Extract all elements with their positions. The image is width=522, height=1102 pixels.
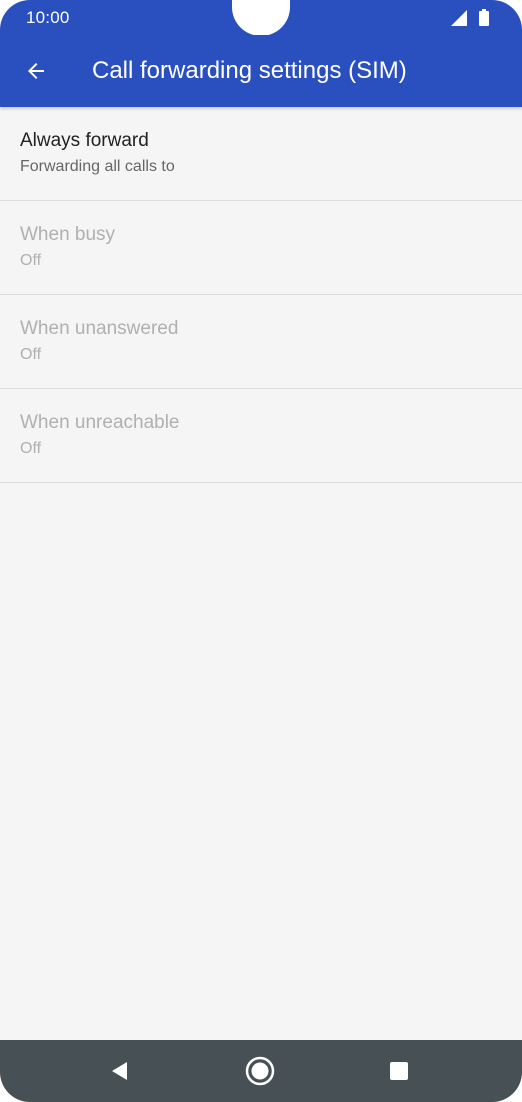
item-title: When busy [20,224,116,245]
nav-back-button[interactable] [104,1055,136,1087]
item-summary: Forwarding all calls to [20,158,175,175]
item-summary: Off [20,440,42,457]
item-summary: Off [20,346,42,363]
status-time: 10:00 [26,8,70,27]
signal-icon [451,10,467,26]
arrow-back-icon [28,63,44,79]
phone-screen: 10:00 Call forwarding settings (SIM) Alw… [0,0,522,1102]
nav-home-button[interactable] [244,1055,276,1087]
nav-home-icon [245,1056,275,1086]
item-title: When unreachable [20,412,180,433]
list-item-when-unanswered[interactable]: When unanswered Off [0,295,522,389]
nav-back-icon [112,1062,127,1080]
nav-recents-button[interactable] [383,1055,415,1087]
page-title: Call forwarding settings (SIM) [92,57,407,84]
battery-icon [479,9,489,26]
back-button[interactable] [18,53,54,89]
item-title: When unanswered [20,318,179,339]
navigation-bar [0,1040,522,1102]
item-summary: Off [20,252,42,269]
nav-recents-icon [390,1062,408,1080]
list-item-when-unreachable[interactable]: When unreachable Off [0,389,522,483]
list-item-when-busy[interactable]: When busy Off [0,201,522,295]
list-item-always-forward[interactable]: Always forward Forwarding all calls to [0,107,522,201]
call-forwarding-list: Always forward Forwarding all calls to W… [0,107,522,483]
app-bar: Call forwarding settings (SIM) [0,35,522,107]
item-title: Always forward [20,130,149,151]
